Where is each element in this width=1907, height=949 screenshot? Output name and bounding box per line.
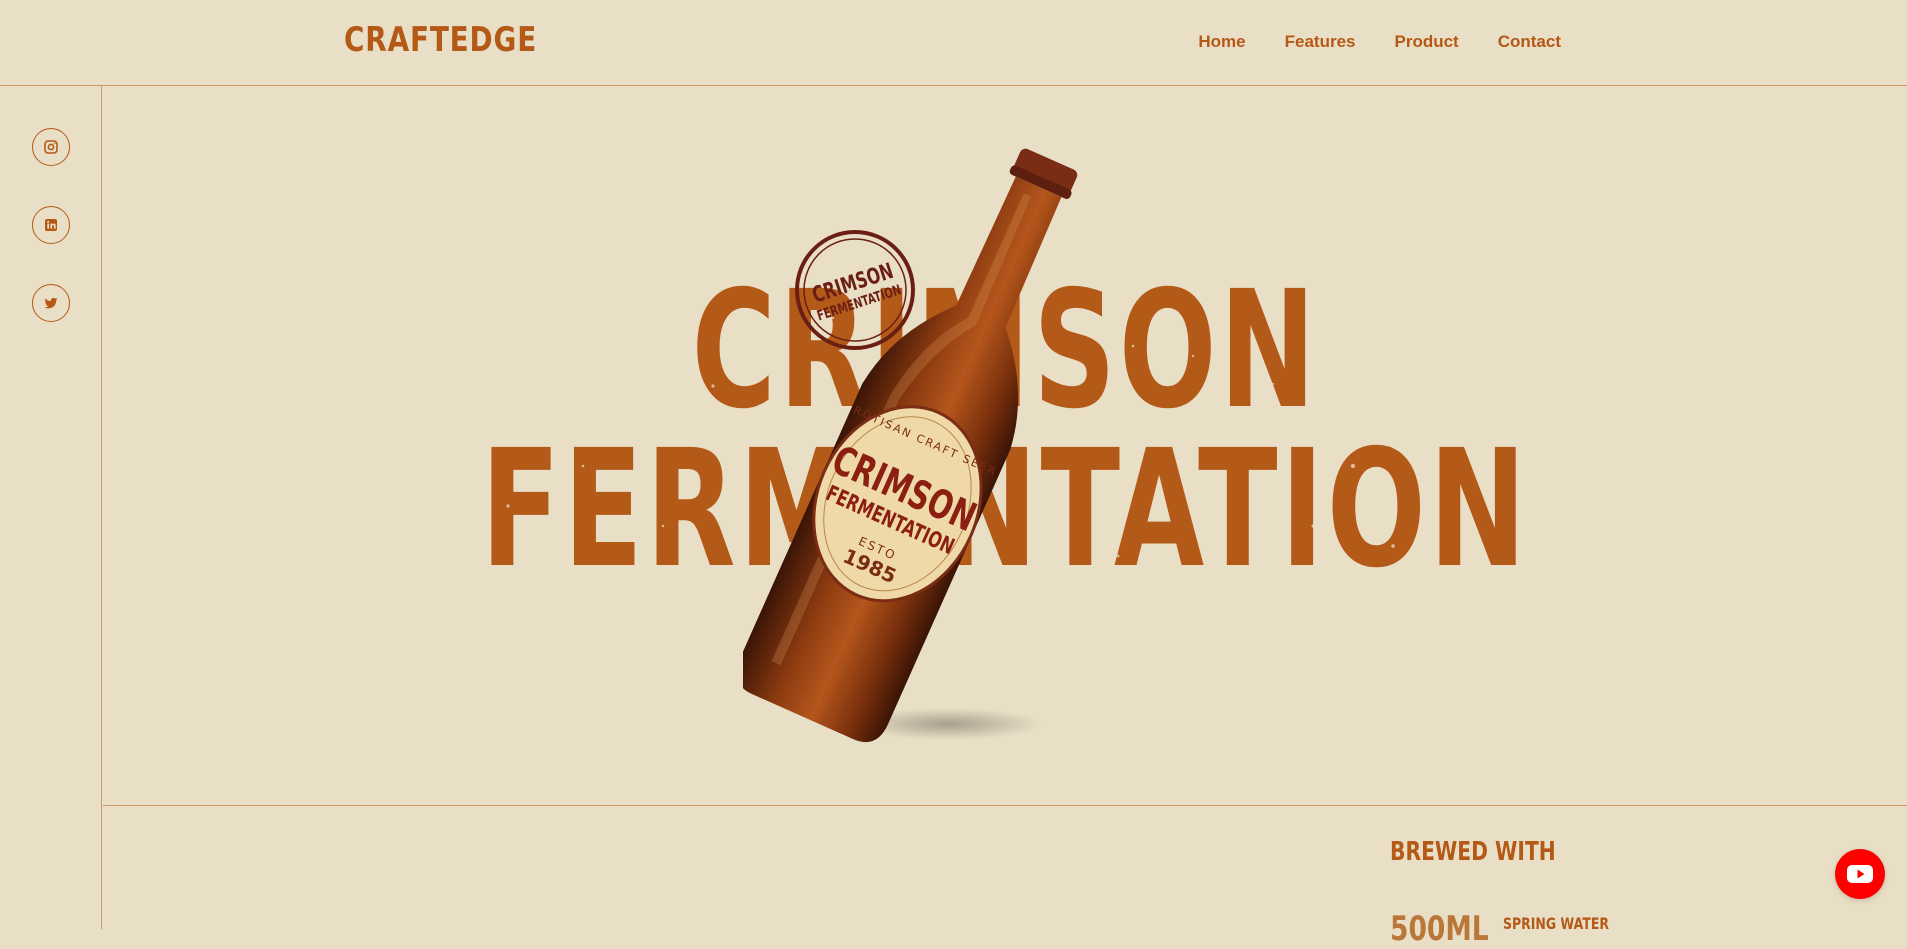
beer-bottle-image: ROTISAN CRAFT SEER CRIMSON FERMENTATION … bbox=[743, 148, 1078, 743]
social-rail bbox=[0, 86, 102, 929]
nav-home-link[interactable]: Home bbox=[1198, 32, 1245, 52]
nav-contact-link[interactable]: Contact bbox=[1498, 32, 1561, 52]
brewed-with-heading: BREWED WITH bbox=[1390, 837, 1556, 867]
linkedin-button[interactable] bbox=[32, 206, 70, 244]
nav-product-link[interactable]: Product bbox=[1394, 32, 1458, 52]
ingredients-section: BREWED WITH 500ML SPRING WATER bbox=[103, 807, 1907, 949]
instagram-button[interactable] bbox=[32, 128, 70, 166]
logo[interactable]: CRAFTEDGE bbox=[344, 20, 537, 60]
youtube-icon bbox=[1847, 865, 1873, 883]
instagram-icon bbox=[44, 140, 58, 154]
nav-features-link[interactable]: Features bbox=[1285, 32, 1356, 52]
linkedin-icon bbox=[45, 219, 57, 231]
twitter-icon bbox=[44, 297, 58, 309]
site-header: CRAFTEDGE Home Features Product Contact bbox=[0, 0, 1907, 86]
hero-section: CRIMSON FERMENTATION bbox=[103, 86, 1907, 806]
volume-label: 500ML bbox=[1390, 909, 1489, 949]
twitter-button[interactable] bbox=[32, 284, 70, 322]
youtube-floating-button[interactable] bbox=[1835, 849, 1885, 899]
ingredient-label: SPRING WATER bbox=[1503, 914, 1609, 933]
stamp-badge: CRIMSON FERMENTATION bbox=[795, 230, 915, 350]
main-nav: Home Features Product Contact bbox=[1198, 32, 1561, 52]
